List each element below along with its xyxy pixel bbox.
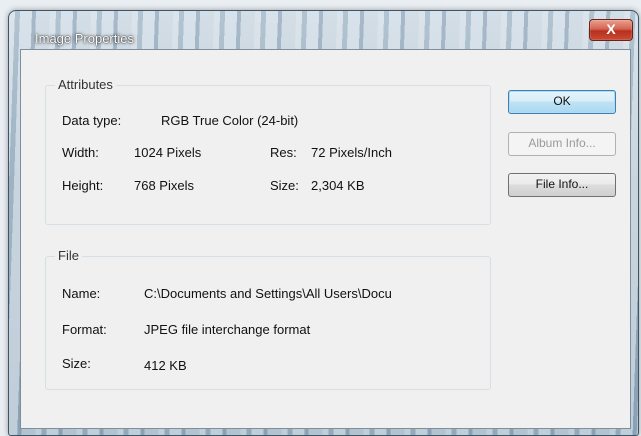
file-size-label: Size:	[62, 356, 91, 371]
file-legend: File	[55, 248, 82, 263]
attributes-legend: Attributes	[55, 77, 116, 92]
size-value: 2,304 KB	[311, 178, 365, 193]
file-size-value: 412 KB	[144, 358, 187, 373]
res-label: Res:	[270, 145, 297, 160]
width-label: Width:	[62, 145, 99, 160]
width-value: 1024 Pixels	[134, 145, 202, 160]
file-group: File Name: C:\Documents and Settings\All…	[45, 248, 491, 390]
data-type-value: RGB True Color (24-bit)	[161, 113, 299, 128]
ok-button[interactable]: OK	[508, 90, 616, 114]
height-label: Height:	[62, 178, 104, 193]
title-bar[interactable]: Image Properties X	[9, 11, 638, 49]
window-title: Image Properties	[35, 31, 134, 46]
album-info-button[interactable]: Album Info...	[508, 132, 616, 156]
name-value: C:\Documents and Settings\All Users\Docu	[144, 286, 392, 301]
name-label: Name:	[62, 286, 101, 301]
format-label: Format:	[62, 322, 107, 337]
attributes-group: Attributes Data type: RGB True Color (24…	[45, 77, 491, 225]
format-value: JPEG file interchange format	[144, 322, 311, 337]
close-icon: X	[606, 21, 616, 37]
close-button[interactable]: X	[589, 19, 633, 41]
height-value: 768 Pixels	[134, 178, 194, 193]
file-info-button[interactable]: File Info...	[508, 173, 616, 197]
size-label: Size:	[270, 178, 299, 193]
dialog-body: Attributes Data type: RGB True Color (24…	[20, 49, 631, 429]
data-type-label: Data type:	[62, 113, 122, 128]
image-properties-window: Image Properties X Attributes Data type:…	[8, 10, 639, 436]
res-value: 72 Pixels/Inch	[311, 145, 392, 160]
